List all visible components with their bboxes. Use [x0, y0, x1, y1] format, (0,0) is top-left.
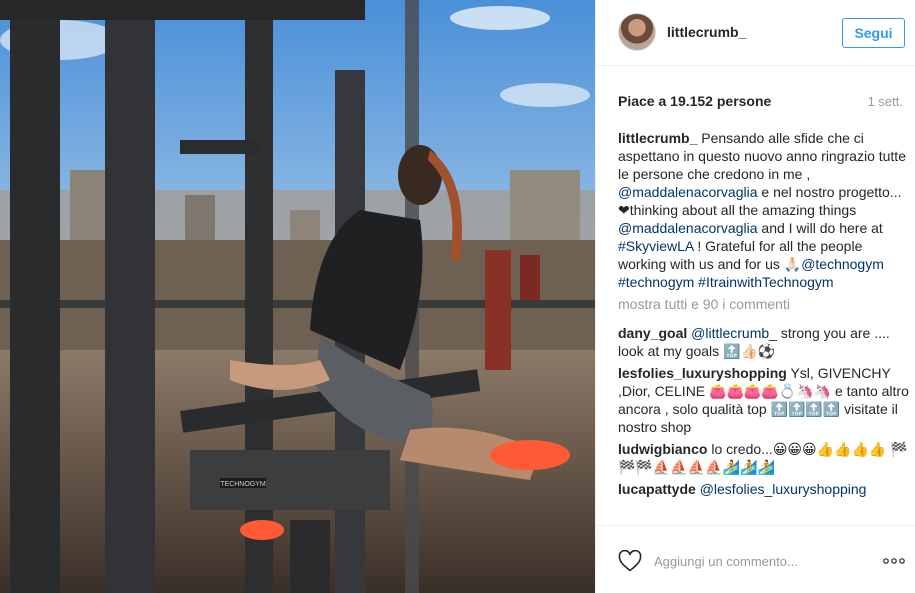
- avatar[interactable]: [618, 13, 656, 51]
- heart-icon[interactable]: [618, 549, 642, 572]
- show-all-comments-link[interactable]: mostra tutti e 90 i commenti: [618, 295, 910, 313]
- caption-author[interactable]: littlecrumb_: [618, 130, 697, 146]
- comment-item: lucapattyde @lesfolies_luxuryshopping: [618, 480, 910, 498]
- post-timestamp[interactable]: 1 sett.: [868, 94, 903, 109]
- likes-count[interactable]: Piace a 19.152 persone: [618, 93, 771, 109]
- post-details-panel: littlecrumb_ Segui Piace a 19.152 person…: [595, 0, 915, 593]
- follow-button[interactable]: Segui: [842, 18, 905, 48]
- comment-item: dany_goal @littlecrumb_ strong you are .…: [618, 324, 910, 360]
- post-header: littlecrumb_ Segui: [596, 0, 915, 66]
- mention-link[interactable]: @littlecrumb_: [691, 325, 777, 341]
- more-options-icon[interactable]: [882, 554, 906, 566]
- gym-rooftop-photo: TECHNOGYM: [0, 0, 595, 593]
- mention-link[interactable]: @lesfolies_luxuryshopping: [700, 481, 867, 497]
- comment-author[interactable]: dany_goal: [618, 325, 687, 341]
- comments-list: littlecrumb_ Pensando alle sfide che ci …: [618, 129, 910, 525]
- mention-link[interactable]: @maddalenacorvaglia: [618, 220, 758, 236]
- mention-link[interactable]: @maddalenacorvaglia: [618, 184, 758, 200]
- add-comment-input[interactable]: Aggiungi un commento...: [654, 554, 798, 569]
- hashtag-link[interactable]: #ItrainwithTechnogym: [698, 274, 833, 290]
- caption-text: and I will do here at: [757, 220, 883, 236]
- comment-item: ludwigbianco lo credo...😀😀😀👍👍👍👍 🏁🏁🏁⛵⛵⛵⛵🏄…: [618, 440, 910, 476]
- comment-author[interactable]: ludwigbianco: [618, 441, 707, 457]
- hashtag-link[interactable]: #technogym: [618, 274, 694, 290]
- comment-author[interactable]: lucapattyde: [618, 481, 696, 497]
- hashtag-link[interactable]: #SkyviewLA: [618, 238, 693, 254]
- svg-text:TECHNOGYM: TECHNOGYM: [220, 481, 266, 488]
- comment-item: lesfolies_luxuryshopping Ysl, GIVENCHY ,…: [618, 364, 910, 436]
- comment-author[interactable]: lesfolies_luxuryshopping: [618, 365, 787, 381]
- mention-link[interactable]: @technogym: [801, 256, 884, 272]
- caption: littlecrumb_ Pensando alle sfide che ci …: [618, 129, 910, 291]
- comment-footer: Aggiungi un commento...: [596, 525, 915, 593]
- post-photo[interactable]: TECHNOGYM: [0, 0, 595, 593]
- username-link[interactable]: littlecrumb_: [667, 24, 746, 40]
